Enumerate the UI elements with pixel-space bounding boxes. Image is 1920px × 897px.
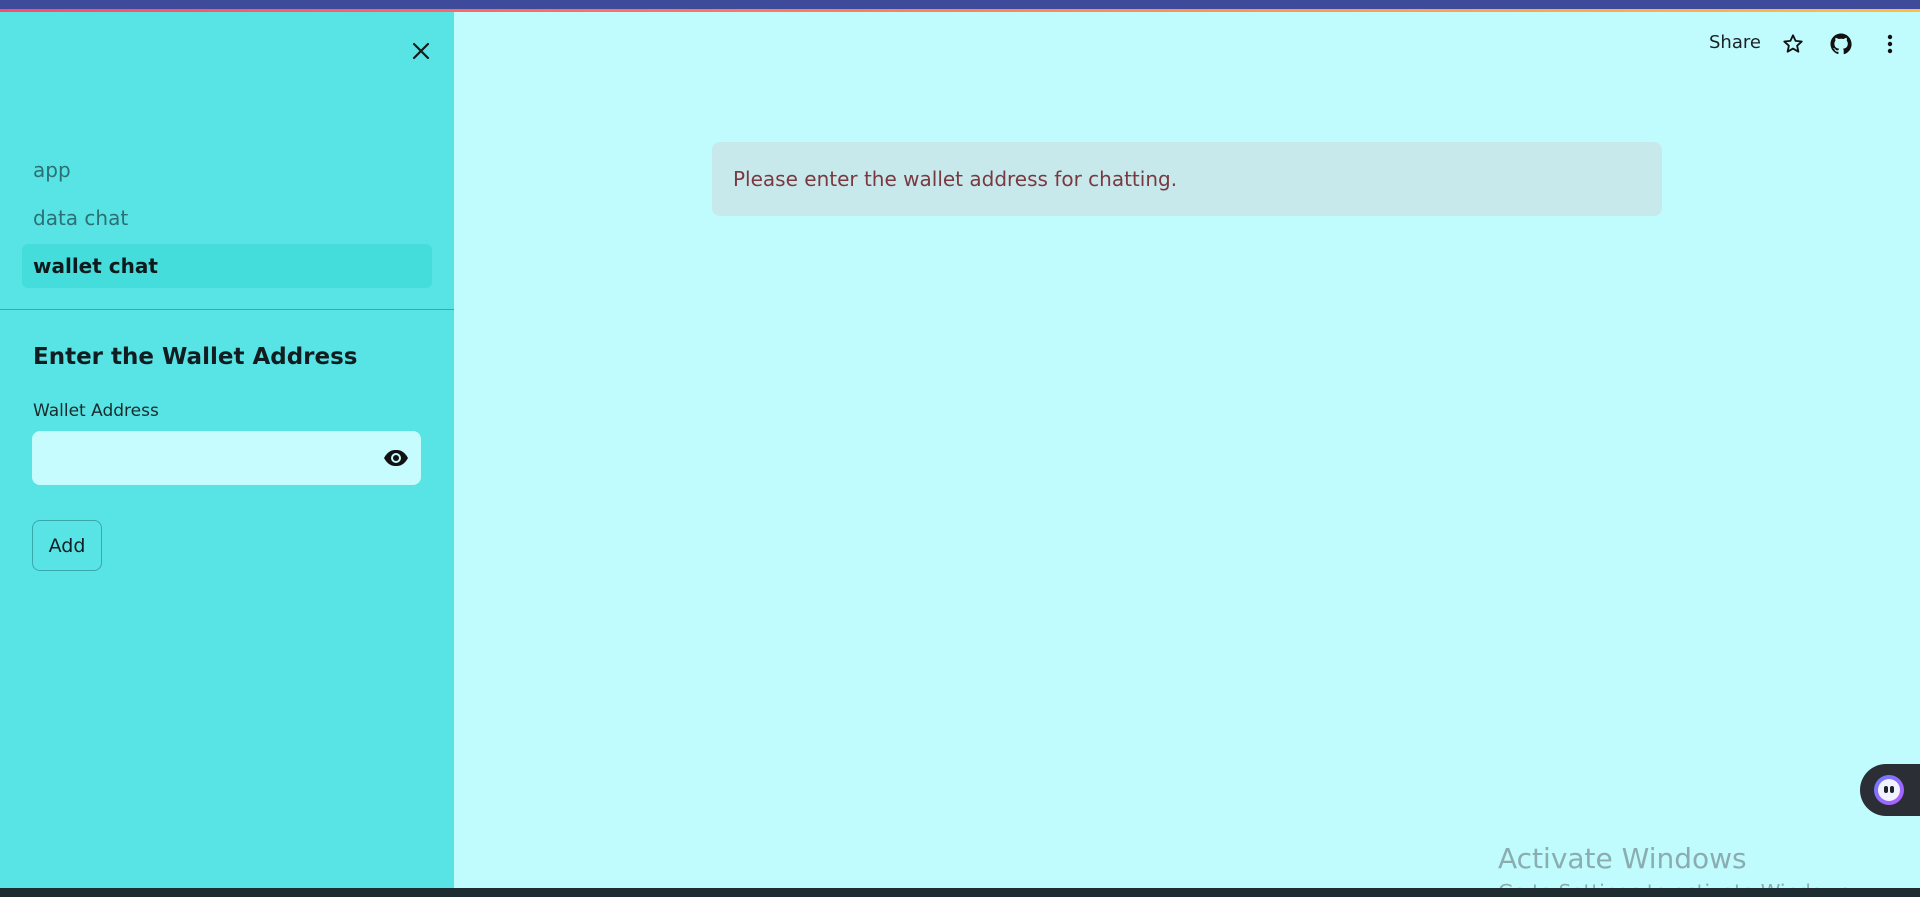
sidebar: app data chat wallet chat Enter the Wall… bbox=[0, 12, 454, 888]
alert-text: Please enter the wallet address for chat… bbox=[733, 167, 1178, 191]
eye-icon bbox=[384, 450, 408, 466]
share-button[interactable]: Share bbox=[1709, 32, 1761, 53]
info-alert: Please enter the wallet address for chat… bbox=[712, 142, 1662, 216]
wallet-address-label: Wallet Address bbox=[33, 401, 159, 421]
sidebar-item-label: wallet chat bbox=[33, 254, 158, 278]
sidebar-divider bbox=[0, 309, 454, 310]
wallet-address-field bbox=[32, 431, 421, 485]
star-button[interactable] bbox=[1779, 30, 1807, 58]
github-icon bbox=[1830, 33, 1852, 55]
close-sidebar-button[interactable] bbox=[406, 36, 436, 66]
sidebar-item-label: data chat bbox=[33, 206, 129, 230]
github-button[interactable] bbox=[1827, 30, 1855, 58]
close-icon bbox=[412, 42, 430, 60]
sidebar-item-wallet-chat[interactable]: wallet chat bbox=[22, 244, 432, 288]
sidebar-item-data-chat[interactable]: data chat bbox=[22, 196, 432, 240]
taskbar bbox=[0, 888, 1920, 897]
sidebar-item-app[interactable]: app bbox=[22, 148, 432, 192]
sidebar-item-label: app bbox=[33, 158, 71, 182]
add-button[interactable]: Add bbox=[32, 520, 102, 571]
section-title: Enter the Wallet Address bbox=[33, 344, 358, 370]
chatbot-icon bbox=[1874, 775, 1904, 805]
windows-watermark-title: Activate Windows bbox=[1498, 842, 1747, 875]
sidebar-nav: app data chat wallet chat bbox=[22, 148, 432, 292]
more-menu-button[interactable] bbox=[1876, 30, 1904, 58]
chat-widget-button[interactable] bbox=[1860, 764, 1920, 816]
wallet-address-input[interactable] bbox=[32, 431, 372, 485]
chatbot-face bbox=[1878, 779, 1900, 801]
toggle-visibility-button[interactable] bbox=[382, 444, 410, 472]
top-decoration-bar bbox=[0, 0, 1920, 12]
more-vertical-icon bbox=[1887, 34, 1893, 54]
star-icon bbox=[1783, 34, 1803, 53]
